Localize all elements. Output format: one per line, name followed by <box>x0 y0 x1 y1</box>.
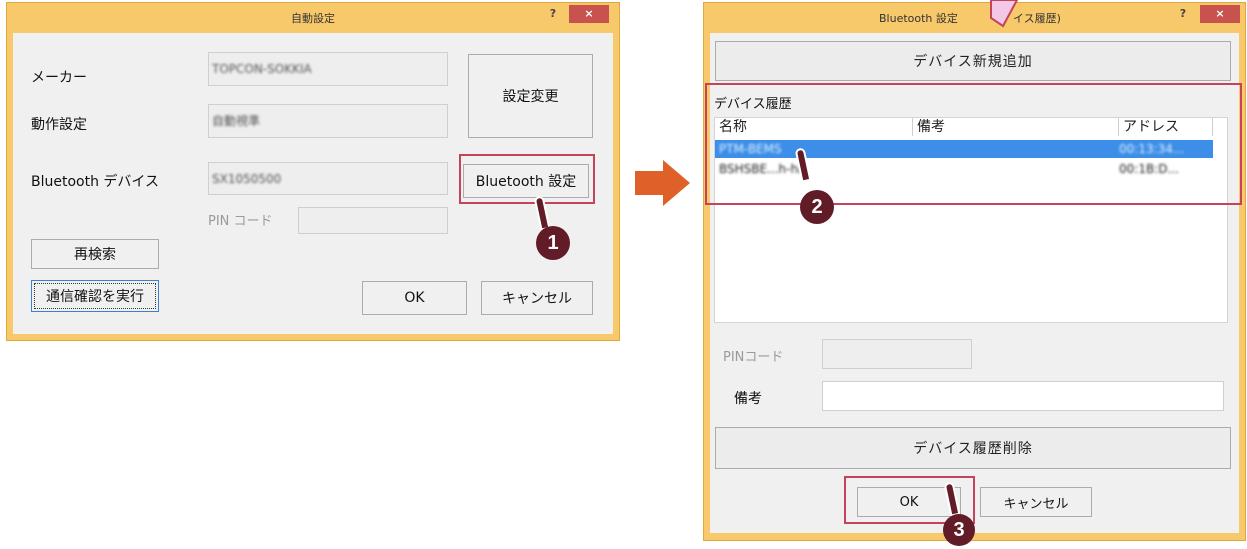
help-icon-right[interactable]: ? <box>1170 5 1196 23</box>
step-marker-2: 2 <box>800 190 834 224</box>
pin-field[interactable] <box>298 207 448 234</box>
operation-value: 自動視準 <box>212 114 261 128</box>
highlight-bluetooth-settings <box>459 154 595 204</box>
research-button[interactable]: 再検索 <box>31 239 159 269</box>
callout-arrow-icon <box>990 0 1019 28</box>
bluetooth-device-label: Bluetooth デバイス <box>31 174 159 190</box>
operation-field[interactable]: 自動視準 <box>208 104 448 138</box>
dialog-body: メーカー TOPCON-SOKKIA 動作設定 自動視準 設定変更 Blueto… <box>13 33 613 334</box>
pin-label-right: PINコード <box>723 350 784 365</box>
ok-button[interactable]: OK <box>362 281 467 315</box>
cancel-button-right[interactable]: キャンセル <box>980 487 1092 517</box>
pin-field-right[interactable] <box>822 339 972 369</box>
maker-label: メーカー <box>31 70 87 86</box>
cancel-button[interactable]: キャンセル <box>481 281 593 315</box>
add-device-button[interactable]: デバイス新規追加 <box>715 41 1231 81</box>
dialog-title: 自動設定 <box>291 12 335 25</box>
note-field[interactable] <box>822 381 1224 411</box>
step-marker-1: 1 <box>536 226 570 260</box>
close-icon[interactable]: × <box>569 5 609 23</box>
right-arrow-icon <box>635 160 690 206</box>
note-label: 備考 <box>734 391 762 407</box>
pin-label: PIN コード <box>208 214 273 229</box>
help-icon[interactable]: ? <box>540 5 566 23</box>
dialog-title-left-part: Bluetooth 設定 <box>879 12 958 25</box>
maker-field[interactable]: TOPCON-SOKKIA <box>208 52 448 86</box>
delete-history-button[interactable]: デバイス履歴削除 <box>715 427 1231 469</box>
comm-check-button[interactable]: 通信確認を実行 <box>31 280 159 312</box>
highlight-device-history <box>705 83 1242 205</box>
close-icon-right[interactable]: × <box>1200 5 1240 23</box>
maker-value: TOPCON-SOKKIA <box>212 62 312 76</box>
step-marker-3: 3 <box>943 514 975 546</box>
auto-settings-dialog: 自動設定 ? × メーカー TOPCON-SOKKIA 動作設定 自動視準 設定… <box>6 2 620 341</box>
operation-label: 動作設定 <box>31 117 87 133</box>
settings-change-button[interactable]: 設定変更 <box>468 54 593 138</box>
bluetooth-device-value: SX1050500 <box>212 171 282 186</box>
bluetooth-device-field[interactable]: SX1050500 <box>208 162 448 195</box>
